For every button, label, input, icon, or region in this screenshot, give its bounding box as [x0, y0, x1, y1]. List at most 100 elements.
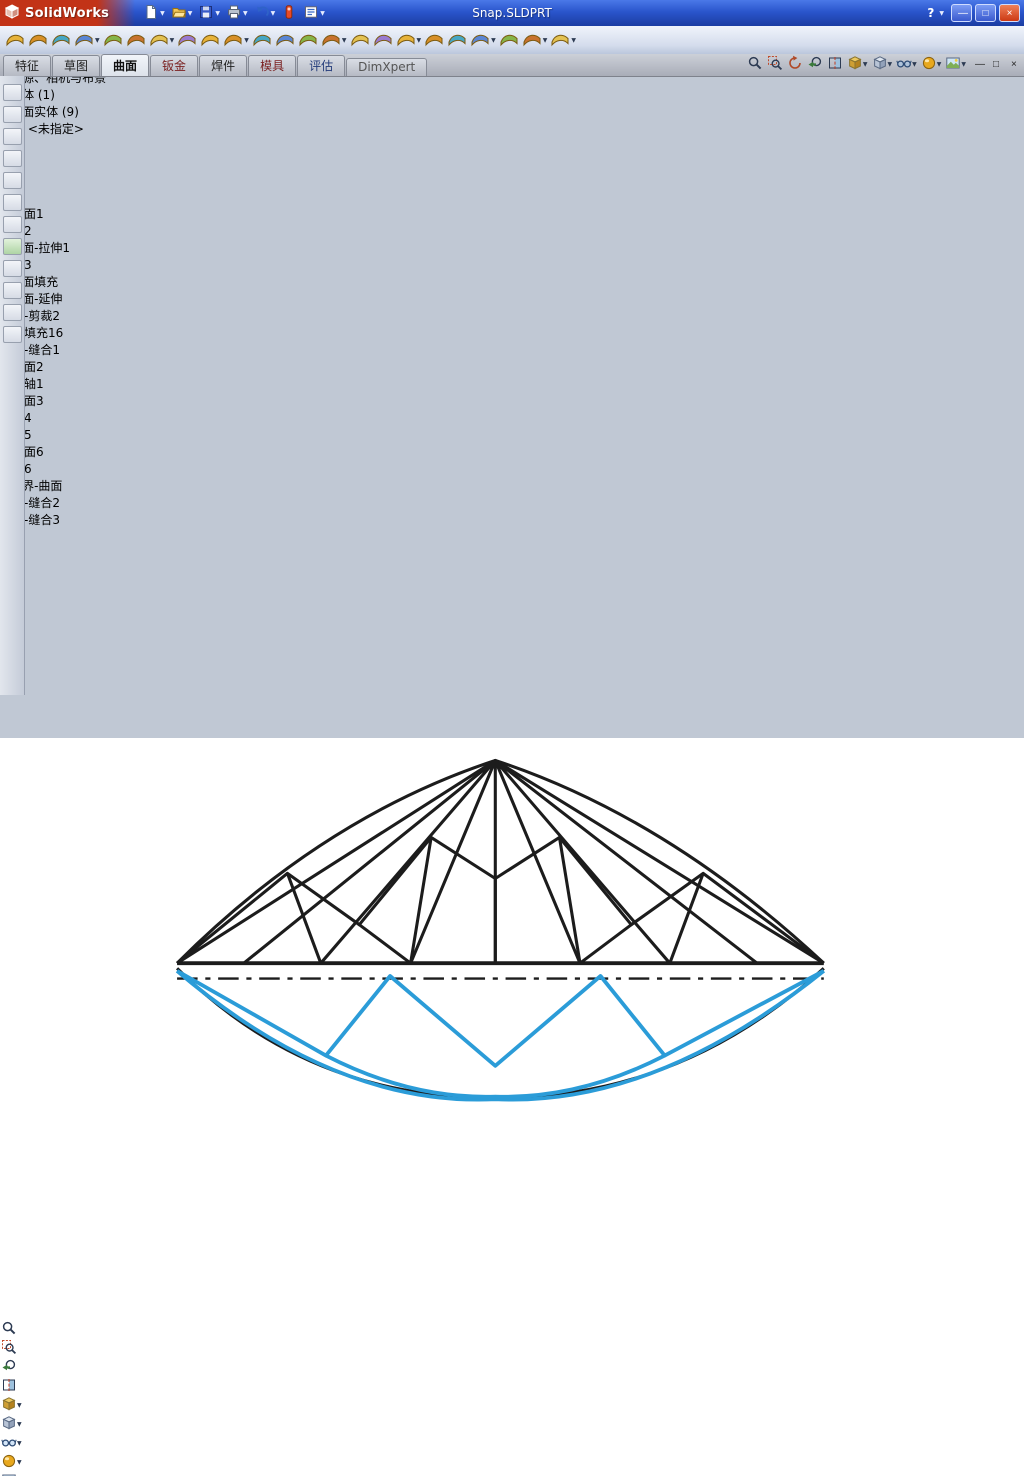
rebuild-button[interactable]: [279, 1, 299, 25]
tab-评估[interactable]: 评估: [297, 55, 346, 76]
tree-item[interactable]: 曲面-缝合1: [0, 341, 1024, 358]
dock-icon-7[interactable]: [2, 216, 22, 233]
offset-surface-button[interactable]: [199, 27, 221, 53]
viewport-close-button[interactable]: ×: [1005, 57, 1021, 72]
tree-item[interactable]: +曲面-拉伸1: [0, 239, 1024, 256]
tree-item[interactable]: 材质 <未指定>: [0, 120, 1024, 137]
rotate-view-button[interactable]: [786, 55, 804, 74]
extend-surface-button[interactable]: [297, 27, 319, 53]
viewport-minimize-button[interactable]: —: [969, 57, 985, 72]
tab-草图[interactable]: 草图: [52, 55, 101, 76]
restore-button[interactable]: □: [975, 4, 996, 22]
tree-item[interactable]: 原点: [0, 188, 1024, 205]
untrim-surface-button[interactable]: [349, 27, 371, 53]
revolved-surface-button[interactable]: [27, 27, 49, 53]
swept-surface-button[interactable]: [50, 27, 72, 53]
tab-特征[interactable]: 特征: [3, 55, 52, 76]
hide-show-items-button[interactable]: ▼: [895, 55, 918, 74]
dock-icon-2[interactable]: [2, 106, 22, 123]
section-view-button[interactable]: [0, 1377, 1024, 1396]
tree-item[interactable]: 草图5: [0, 426, 1024, 443]
dock-icon-8[interactable]: [2, 238, 22, 255]
tree-item[interactable]: 曲面-缝合3: [0, 511, 1024, 528]
save-button[interactable]: ▼: [196, 1, 222, 25]
view-orientation-button[interactable]: ▼: [846, 55, 869, 74]
dock-icon-1[interactable]: [2, 84, 22, 101]
thicken-button[interactable]: ▼: [395, 27, 423, 53]
curves-button[interactable]: ▼: [521, 27, 549, 53]
dock-icon-5[interactable]: [2, 172, 22, 189]
zoom-to-fit-button[interactable]: [746, 55, 764, 74]
previous-view-button[interactable]: [806, 55, 824, 74]
tab-钣金[interactable]: 钣金: [150, 55, 199, 76]
edit-appearance-button[interactable]: ▼: [920, 55, 943, 74]
tab-DimXpert[interactable]: DimXpert: [346, 58, 428, 76]
minimize-button[interactable]: —: [951, 4, 972, 22]
knit-surface-button[interactable]: [372, 27, 394, 53]
delete-face-button[interactable]: [251, 27, 273, 53]
tree-item[interactable]: +边界-曲面: [0, 477, 1024, 494]
zoom-to-fit-button[interactable]: [0, 1320, 1024, 1339]
tree-item[interactable]: 基准轴1: [0, 375, 1024, 392]
cut-with-surface-button[interactable]: [446, 27, 468, 53]
viewport-restore-button[interactable]: □: [987, 57, 1003, 72]
new-button[interactable]: ▼: [141, 1, 167, 25]
section-view-button[interactable]: [826, 55, 844, 74]
tree-item[interactable]: +实体 (1): [0, 86, 1024, 103]
open-button[interactable]: ▼: [169, 1, 195, 25]
tree-item[interactable]: +曲面实体 (9): [0, 103, 1024, 120]
extruded-surface-button[interactable]: [4, 27, 26, 53]
view-orientation-button[interactable]: ▼: [0, 1396, 1024, 1415]
dock-icon-3[interactable]: [2, 128, 22, 145]
boundary-surface-button[interactable]: [102, 27, 124, 53]
tree-item[interactable]: 基准面2: [0, 358, 1024, 375]
edit-appearance-button[interactable]: ▼: [0, 1453, 1024, 1472]
tree-item[interactable]: 上视: [0, 154, 1024, 171]
close-button[interactable]: ×: [999, 4, 1020, 22]
tree-item[interactable]: +曲面填充: [0, 273, 1024, 290]
dock-icon-4[interactable]: [2, 150, 22, 167]
planar-surface-button[interactable]: [176, 27, 198, 53]
spline-tools-button[interactable]: ▼: [549, 27, 577, 53]
fillet-button[interactable]: ▼: [469, 27, 497, 53]
replace-face-button[interactable]: [274, 27, 296, 53]
tree-item[interactable]: 草图3: [0, 256, 1024, 273]
tab-模具[interactable]: 模具: [248, 55, 297, 76]
apply-scene-button[interactable]: ▼: [0, 1472, 1024, 1476]
help-dropdown-icon[interactable]: ▼: [939, 10, 944, 17]
tree-item[interactable]: +曲面-延伸: [0, 290, 1024, 307]
tree-item[interactable]: 基准面3: [0, 392, 1024, 409]
tree-item[interactable]: 基准面1: [0, 205, 1024, 222]
help-button[interactable]: ?: [925, 6, 936, 20]
undo-button[interactable]: ▼: [252, 1, 278, 25]
tab-焊件[interactable]: 焊件: [199, 55, 248, 76]
tree-item[interactable]: 草图4: [0, 409, 1024, 426]
tree-item[interactable]: 右视: [0, 171, 1024, 188]
tree-item[interactable]: 草图2: [0, 222, 1024, 239]
viewport-top-left[interactable]: ▼▼▼▼▼ YXZ ∞ *上视: [0, 550, 1024, 1476]
tree-item[interactable]: 曲面-剪裁2: [0, 307, 1024, 324]
apply-scene-button[interactable]: ▼: [944, 55, 967, 74]
lofted-surface-button[interactable]: ▼: [73, 27, 101, 53]
dock-icon-12[interactable]: [2, 326, 22, 343]
tree-item[interactable]: 基准面6: [0, 443, 1024, 460]
dock-icon-6[interactable]: [2, 194, 22, 211]
options-button[interactable]: ▼: [301, 1, 327, 25]
filled-surface-button[interactable]: [125, 27, 147, 53]
thickened-cut-button[interactable]: [423, 27, 445, 53]
print-button[interactable]: ▼: [224, 1, 250, 25]
zoom-to-area-button[interactable]: [766, 55, 784, 74]
zoom-to-area-button[interactable]: [0, 1339, 1024, 1358]
freeform-button[interactable]: ▼: [148, 27, 176, 53]
previous-view-button[interactable]: [0, 1358, 1024, 1377]
ruled-surface-button[interactable]: ▼: [222, 27, 250, 53]
tree-item[interactable]: 曲面填充16: [0, 324, 1024, 341]
tree-item[interactable]: 曲面-缝合2: [0, 494, 1024, 511]
tree-item[interactable]: 草图6: [0, 460, 1024, 477]
display-style-button[interactable]: ▼: [0, 1415, 1024, 1434]
hide-show-items-button[interactable]: ▼: [0, 1434, 1024, 1453]
dock-icon-11[interactable]: [2, 304, 22, 321]
display-style-button[interactable]: ▼: [871, 55, 894, 74]
dock-icon-10[interactable]: [2, 282, 22, 299]
move-copy-button[interactable]: [498, 27, 520, 53]
